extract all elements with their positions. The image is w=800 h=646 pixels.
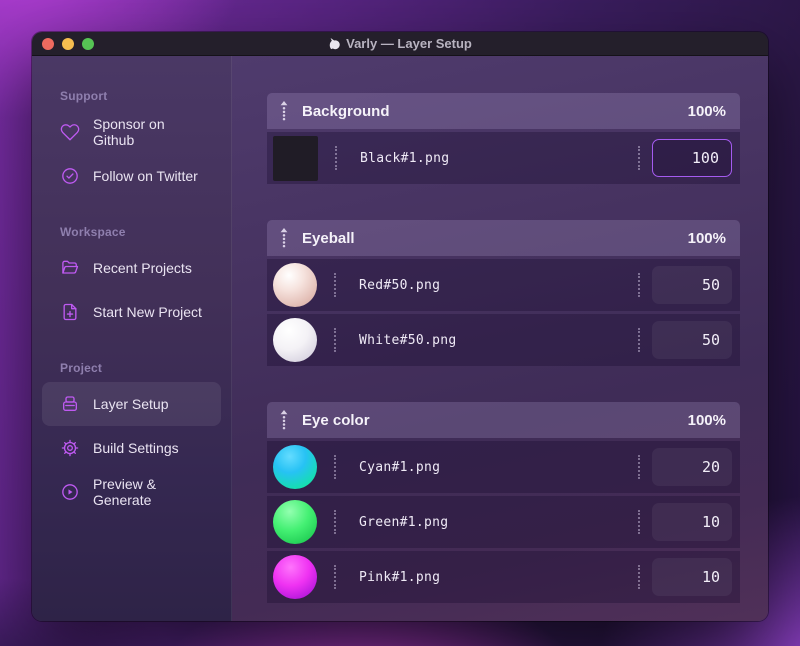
sidebar-item-recent-projects[interactable]: Recent Projects [42,246,221,290]
sidebar-item-follow-on-twitter[interactable]: Follow on Twitter [42,154,221,198]
layer-row[interactable]: Green#1.png 10 [267,496,740,548]
divider-dashed [334,565,336,589]
sidebar-section-items: Recent Projects Start New Project [32,246,231,334]
divider-dashed [334,510,336,534]
unicorn-icon [328,37,341,50]
gear-icon [60,438,80,458]
layer-row[interactable]: Cyan#1.png 20 [267,441,740,493]
pink-ball-thumbnail [273,555,317,599]
layer-group-weight: 100% [687,102,726,120]
divider-dashed [638,146,640,170]
layers-box-icon [60,394,80,414]
layer-group-header: Eyeball 100% [267,220,740,256]
layer-weight-input[interactable]: 50 [652,321,732,359]
sidebar-item-label: Layer Setup [93,396,169,412]
divider-dashed [638,273,640,297]
layer-group-weight: 100% [687,229,726,247]
sidebar-nav: Support Sponsor on Github Follow on Twit… [32,86,231,514]
folder-icon [60,258,80,278]
cyan-ball-thumbnail [273,445,317,489]
sidebar-item-label: Start New Project [93,304,202,320]
sidebar-item-start-new-project[interactable]: Start New Project [42,290,221,334]
layer-file-name: Cyan#1.png [359,459,441,475]
check-badge-icon [60,166,80,186]
layer-row[interactable]: Pink#1.png 10 [267,551,740,603]
layer-group-rows: Cyan#1.png 20 Green#1.png 10 Pink#1.png … [267,441,740,603]
layer-file-name: Pink#1.png [359,569,441,585]
layer-file-name: Red#50.png [359,277,441,293]
layer-group-title: Eye color [302,411,370,429]
drag-handle-icon[interactable] [278,409,290,431]
layer-groups: Background 100% Black#1.png 100 Eyeball [267,93,740,603]
sidebar-item-label: Follow on Twitter [93,168,198,184]
sidebar-item-label: Preview & Generate [93,476,157,508]
sidebar-item-preview-generate[interactable]: Preview & Generate [42,470,221,514]
sidebar-item-label: Recent Projects [93,260,192,276]
window-title-text: Varly — Layer Setup [346,36,472,51]
divider-dashed [638,328,640,352]
layer-file-name: Green#1.png [359,514,449,530]
layer-group-title: Eyeball [302,229,355,247]
sidebar-section: Project Layer Setup Build Settings Previ… [32,358,231,514]
window-title: Varly — Layer Setup [32,36,768,51]
sidebar-item-layer-setup[interactable]: Layer Setup [42,382,221,426]
layer-setup-panel: Background 100% Black#1.png 100 Eyeball [232,56,768,621]
sidebar-section-label: Project [60,361,103,375]
play-circle-icon [60,482,80,502]
sidebar-section-items: Layer Setup Build Settings Preview & Gen… [32,382,231,514]
layer-group: Eye color 100% Cyan#1.png 20 Green#1.png… [267,402,740,603]
sidebar: Support Sponsor on Github Follow on Twit… [32,56,232,621]
layer-weight-input[interactable]: 20 [652,448,732,486]
divider-dashed [334,328,336,352]
sidebar-section: Workspace Recent Projects Start New Proj… [32,222,231,334]
layer-file-name: Black#1.png [360,150,450,166]
divider-dashed [334,273,336,297]
white-ball-thumbnail [273,318,317,362]
divider-dashed [638,510,640,534]
layer-weight-input[interactable]: 100 [652,139,732,177]
layer-row[interactable]: Black#1.png 100 [267,132,740,184]
layer-group-header: Background 100% [267,93,740,129]
drag-handle-icon[interactable] [278,100,290,122]
layer-group-rows: Red#50.png 50 White#50.png 50 [267,259,740,366]
divider-dashed [638,565,640,589]
layer-file-name: White#50.png [359,332,457,348]
divider-dashed [335,146,337,170]
sidebar-item-label: Sponsor on Github [93,116,165,148]
file-plus-icon [60,302,80,322]
layer-weight-input[interactable]: 10 [652,558,732,596]
sidebar-section: Support Sponsor on Github Follow on Twit… [32,86,231,198]
layer-weight-input[interactable]: 50 [652,266,732,304]
sidebar-item-build-settings[interactable]: Build Settings [42,426,221,470]
layer-row[interactable]: White#50.png 50 [267,314,740,366]
layer-group: Background 100% Black#1.png 100 [267,93,740,184]
layer-weight-input[interactable]: 10 [652,503,732,541]
black-swatch-thumbnail [273,135,318,181]
layer-group-header: Eye color 100% [267,402,740,438]
sidebar-section-items: Sponsor on Github Follow on Twitter [32,110,231,198]
divider-dashed [334,455,336,479]
layer-group: Eyeball 100% Red#50.png 50 White#50.png … [267,220,740,366]
divider-dashed [638,455,640,479]
layer-row[interactable]: Red#50.png 50 [267,259,740,311]
app-window: Varly — Layer Setup Support Sponsor on G… [32,32,768,621]
sidebar-section-label: Support [60,89,108,103]
sidebar-section-label: Workspace [60,225,126,239]
titlebar: Varly — Layer Setup [32,32,768,56]
layer-group-weight: 100% [687,411,726,429]
layer-group-rows: Black#1.png 100 [267,132,740,184]
heart-icon [60,122,80,142]
red-ball-thumbnail [273,263,317,307]
sidebar-item-sponsor-on-github[interactable]: Sponsor on Github [42,110,221,154]
green-ball-thumbnail [273,500,317,544]
drag-handle-icon[interactable] [278,227,290,249]
sidebar-item-label: Build Settings [93,440,179,456]
layer-group-title: Background [302,102,390,120]
